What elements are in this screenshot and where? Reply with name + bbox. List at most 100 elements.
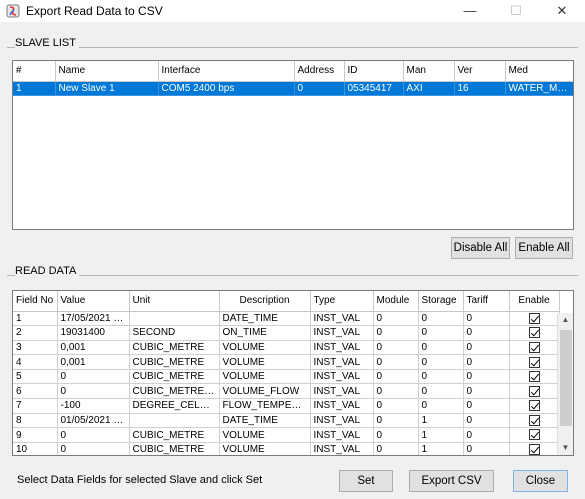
- table-cell: 0: [373, 413, 419, 429]
- table-cell: 0: [418, 369, 464, 385]
- table-cell: 1: [418, 413, 464, 429]
- vertical-scrollbar[interactable]: ▲ ▼: [557, 313, 573, 455]
- set-button[interactable]: Set: [339, 470, 393, 492]
- table-cell: 16: [454, 81, 506, 97]
- column-header[interactable]: ID: [344, 61, 404, 82]
- table-cell: 0: [463, 340, 510, 356]
- table-cell: 0,001: [57, 340, 130, 356]
- enable-checkbox[interactable]: [528, 414, 540, 426]
- table-cell: 0: [463, 325, 510, 341]
- enable-checkbox[interactable]: [528, 327, 540, 339]
- table-cell: 1: [13, 81, 56, 97]
- table-cell: 0: [373, 340, 419, 356]
- read-data-header: Field No Value Unit Description Type Mod…: [13, 291, 560, 312]
- scroll-up-icon[interactable]: ▲: [558, 313, 573, 327]
- table-cell: 0: [463, 427, 510, 443]
- table-cell: COM5 2400 bps: [158, 81, 295, 97]
- enable-all-button[interactable]: Enable All: [515, 237, 573, 259]
- table-cell: 3: [13, 340, 58, 356]
- column-header[interactable]: Med: [505, 61, 573, 82]
- table-cell: VOLUME: [219, 354, 311, 370]
- minimize-button[interactable]: —: [447, 0, 493, 22]
- window-title: Export Read Data to CSV: [26, 4, 163, 18]
- column-header[interactable]: Man: [403, 61, 455, 82]
- read-data-row[interactable]: 5 0 CUBIC_METRE VOLUME INST_VAL 0 0 0: [13, 369, 560, 385]
- table-cell: 0: [373, 311, 419, 327]
- read-data-row[interactable]: 1 17/05/2021 1... DATE_TIME INST_VAL 0 0 0: [13, 311, 560, 327]
- table-cell: CUBIC_METRE: [129, 369, 220, 385]
- table-cell: INST_VAL: [310, 369, 374, 385]
- close-button[interactable]: Close: [513, 470, 568, 492]
- table-cell: 0: [463, 311, 510, 327]
- table-cell: 0,001: [57, 354, 130, 370]
- column-header[interactable]: Name: [55, 61, 159, 82]
- table-cell: 0: [373, 325, 419, 341]
- column-header[interactable]: Enable: [509, 291, 560, 312]
- scroll-down-icon[interactable]: ▼: [558, 441, 573, 455]
- table-cell: 1: [418, 427, 464, 443]
- column-header[interactable]: Ver: [454, 61, 506, 82]
- enable-cell: [509, 311, 560, 327]
- table-cell: CUBIC_METRE: [129, 427, 220, 443]
- disable-all-button[interactable]: Disable All: [451, 237, 510, 259]
- table-cell: 9: [13, 427, 58, 443]
- table-cell: CUBIC_METRE: [129, 340, 220, 356]
- column-header[interactable]: Value: [57, 291, 130, 312]
- enable-checkbox[interactable]: [528, 371, 540, 383]
- column-header[interactable]: Type: [310, 291, 374, 312]
- read-data-row[interactable]: 6 0 CUBIC_METRE_P... VOLUME_FLOW INST_VAL 0 0 0: [13, 383, 560, 400]
- read-data-row[interactable]: 8 01/05/2021 0... DATE_TIME INST_VAL 0 1 0: [13, 413, 560, 429]
- column-header[interactable]: Description: [219, 291, 311, 312]
- table-cell: 0: [57, 383, 130, 400]
- table-cell: CUBIC_METRE_P...: [129, 383, 220, 400]
- read-data-row[interactable]: 7 -100 DEGREE_CELSIUS FLOW_TEMPERA... INST_V…: [13, 398, 560, 414]
- table-cell: DATE_TIME: [219, 311, 311, 327]
- read-data-row[interactable]: 9 0 CUBIC_METRE VOLUME INST_VAL 0 1 0: [13, 427, 560, 443]
- enable-cell: [509, 442, 560, 455]
- column-header[interactable]: Address: [294, 61, 345, 82]
- column-header[interactable]: Tariff: [463, 291, 510, 312]
- slave-row[interactable]: 1 New Slave 1 COM5 2400 bps 0 05345417 A…: [13, 81, 573, 97]
- slave-list-table: # Name Interface Address ID Man Ver Med …: [12, 60, 574, 230]
- column-header[interactable]: Field No: [13, 291, 58, 312]
- enable-checkbox[interactable]: [528, 400, 540, 412]
- column-header[interactable]: Interface: [158, 61, 295, 82]
- column-header[interactable]: #: [13, 61, 56, 82]
- read-data-row[interactable]: 4 0,001 CUBIC_METRE VOLUME INST_VAL 0 0 0: [13, 354, 560, 370]
- app-icon: [6, 4, 20, 18]
- table-cell: INST_VAL: [310, 311, 374, 327]
- table-cell: 0: [418, 398, 464, 414]
- enable-checkbox[interactable]: [528, 312, 540, 324]
- table-cell: INST_VAL: [310, 340, 374, 356]
- column-header[interactable]: Storage: [418, 291, 464, 312]
- read-data-row[interactable]: 2 19031400 SECOND ON_TIME INST_VAL 0 0 0: [13, 325, 560, 341]
- export-csv-button[interactable]: Export CSV: [409, 470, 494, 492]
- enable-checkbox[interactable]: [528, 341, 540, 353]
- read-data-row[interactable]: 10 0 CUBIC_METRE VOLUME INST_VAL 0 1 0: [13, 442, 560, 455]
- column-header[interactable]: Module: [373, 291, 419, 312]
- table-cell: 0: [418, 311, 464, 327]
- enable-checkbox[interactable]: [528, 444, 540, 455]
- slave-list-divider: [7, 47, 578, 48]
- scrollbar-thumb[interactable]: [560, 330, 572, 426]
- enable-checkbox[interactable]: [528, 385, 540, 397]
- read-data-row[interactable]: 3 0,001 CUBIC_METRE VOLUME INST_VAL 0 0 0: [13, 340, 560, 356]
- table-cell: 01/05/2021 0...: [57, 413, 130, 429]
- enable-checkbox[interactable]: [528, 356, 540, 368]
- table-cell: 0: [418, 354, 464, 370]
- maximize-button[interactable]: ☐: [493, 0, 539, 22]
- table-cell: 1: [13, 311, 58, 327]
- table-cell: 0: [463, 369, 510, 385]
- table-cell: 0: [463, 354, 510, 370]
- slave-list-header: # Name Interface Address ID Man Ver Med: [13, 61, 573, 82]
- enable-checkbox[interactable]: [528, 429, 540, 441]
- table-cell: 0: [418, 340, 464, 356]
- table-cell: 6: [13, 383, 58, 400]
- table-cell: 7: [13, 398, 58, 414]
- table-cell: VOLUME: [219, 427, 311, 443]
- enable-cell: [509, 383, 560, 400]
- column-header[interactable]: Unit: [129, 291, 220, 312]
- table-cell: 0: [57, 442, 130, 455]
- close-window-button[interactable]: ✕: [539, 0, 585, 22]
- read-data-table: Field No Value Unit Description Type Mod…: [12, 290, 574, 456]
